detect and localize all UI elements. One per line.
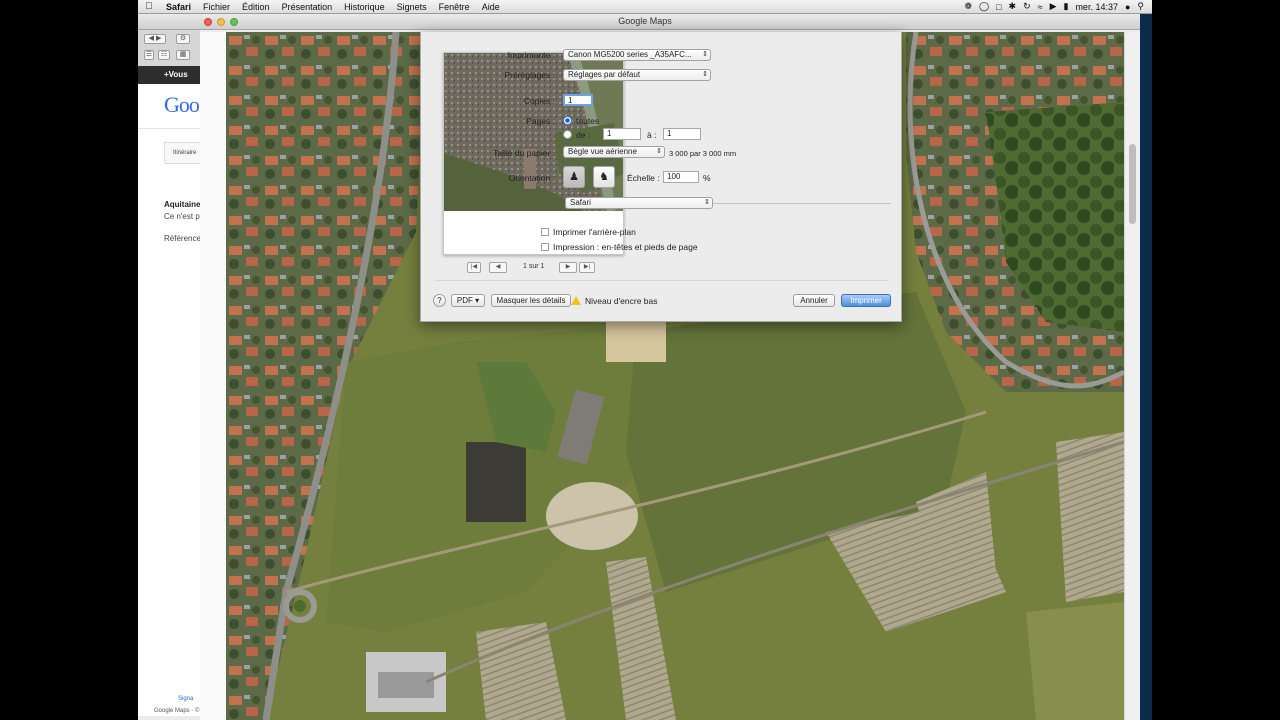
- pages-to-field[interactable]: 1: [663, 128, 701, 140]
- menu-safari[interactable]: Safari: [160, 2, 197, 12]
- scrollbar-thumb[interactable]: [1129, 144, 1136, 224]
- next-page-button[interactable]: ▶: [559, 262, 577, 273]
- pages-label: Pages :: [526, 116, 555, 126]
- ink-level-warning: Niveau d'encre bas: [585, 296, 658, 306]
- paper-size-value: Bègle vue aérienne: [568, 147, 637, 156]
- print-dialog: |◀ ◀ 1 sur 1 ▶ ▶| Imprimante : Canon MG5…: [420, 32, 902, 322]
- chevron-down-icon: ▾: [475, 296, 480, 305]
- chevron-updown-icon: ⇕: [704, 199, 710, 206]
- desktop-edge: [1140, 14, 1152, 720]
- settings-icon[interactable]: ⚙: [176, 34, 190, 44]
- clock[interactable]: mer. 14:37: [1075, 2, 1118, 12]
- maps-footer: Google Maps - ©: [154, 708, 200, 714]
- screen:  Safari Fichier Édition Présentation Hi…: [138, 0, 1152, 720]
- divider: [435, 280, 889, 281]
- page-indicator: 1 sur 1: [523, 263, 545, 270]
- back-forward-button[interactable]: ◀ ▶: [144, 34, 166, 44]
- menu-historique[interactable]: Historique: [338, 2, 391, 12]
- presets-label: Préréglages :: [504, 70, 555, 80]
- battery-status-icon[interactable]: □: [996, 2, 1001, 12]
- menu-fenetre[interactable]: Fenêtre: [433, 2, 476, 12]
- pages-all-label: toutes: [576, 116, 600, 126]
- apple-icon[interactable]: : [138, 1, 160, 12]
- print-background-checkbox[interactable]: [541, 228, 549, 236]
- pages-from-label: de :: [576, 130, 591, 140]
- printer-select[interactable]: Canon MG5200 series _A35AFC... ⇕: [563, 49, 711, 61]
- cancel-button[interactable]: Annuler: [793, 294, 835, 307]
- time-machine-icon[interactable]: ↻: [1023, 1, 1031, 12]
- volume-icon[interactable]: ▶: [1050, 1, 1057, 12]
- print-headers-label: Impression : en-têtes et pieds de page: [553, 242, 698, 252]
- portrait-orientation-icon[interactable]: ♟: [563, 166, 585, 188]
- previous-page-button[interactable]: ◀: [489, 262, 507, 273]
- spotlight-icon[interactable]: ⚲: [1137, 1, 1144, 12]
- last-page-button[interactable]: ▶|: [579, 262, 595, 273]
- reference-link[interactable]: Référence: [164, 234, 200, 243]
- grid-icon[interactable]: ▦: [176, 50, 190, 60]
- divider: [138, 128, 200, 129]
- pages-from-field[interactable]: 1: [603, 128, 641, 140]
- chevron-updown-icon: ⇕: [702, 71, 708, 78]
- menu-aide[interactable]: Aide: [476, 2, 506, 12]
- copies-label: Copies :: [523, 96, 555, 106]
- menu-fichier[interactable]: Fichier: [197, 2, 236, 12]
- paper-size-label: Taille du papier :: [493, 148, 555, 158]
- pdf-label: PDF: [456, 296, 473, 305]
- print-button[interactable]: Imprimer: [841, 294, 891, 307]
- scale-field[interactable]: 100: [663, 171, 699, 183]
- gear-status-icon[interactable]: ❁: [964, 1, 972, 12]
- page-edge: [200, 32, 228, 720]
- app-options-select[interactable]: Safari ⇕: [565, 197, 713, 209]
- battery-icon[interactable]: ▮: [1063, 1, 1068, 12]
- copies-field[interactable]: 1: [563, 94, 593, 106]
- presets-select[interactable]: Réglages par défaut ⇕: [563, 69, 711, 81]
- directions-tab[interactable]: Itinéraire: [164, 142, 200, 164]
- help-button[interactable]: ?: [433, 294, 446, 307]
- menu-edition[interactable]: Édition: [236, 2, 276, 12]
- toolbar: ◀ ▶ ⚙ ☰ ☷ ▦: [138, 30, 200, 66]
- menu-presentation[interactable]: Présentation: [276, 2, 339, 12]
- title-bar: Google Maps: [138, 14, 1152, 30]
- scale-label: Échelle :: [627, 173, 660, 183]
- pages-range-radio[interactable]: [563, 130, 572, 139]
- pages-all-radio[interactable]: [563, 116, 572, 125]
- wifi-icon[interactable]: ≈: [1038, 2, 1043, 12]
- orientation-label: Orientation :: [508, 173, 555, 183]
- result-title[interactable]: Aquitaine: [164, 200, 200, 209]
- pdf-menu-button[interactable]: PDF ▾: [451, 294, 485, 307]
- vertical-scrollbar[interactable]: [1124, 32, 1140, 720]
- user-icon[interactable]: ●: [1125, 2, 1130, 12]
- pages-to-label: à :: [647, 130, 657, 140]
- google-side-panel: +Vous Goo Itinéraire Aquitaine Ce n'est …: [138, 66, 200, 716]
- menu-bar:  Safari Fichier Édition Présentation Hi…: [138, 0, 1152, 14]
- bluetooth-icon[interactable]: ✱: [1009, 1, 1017, 12]
- preview-pager: |◀ ◀ 1 sur 1 ▶ ▶|: [467, 262, 601, 274]
- printer-value: Canon MG5200 series _A35AFC...: [568, 50, 692, 59]
- window-title: Google Maps: [618, 16, 672, 26]
- presets-value: Réglages par défaut: [568, 70, 641, 79]
- hide-details-button[interactable]: Masquer les détails: [491, 294, 571, 307]
- scale-unit: %: [703, 173, 711, 183]
- print-background-label: Imprimer l'arrière-plan: [553, 227, 636, 237]
- menu-signets[interactable]: Signets: [391, 2, 433, 12]
- sidebar-icon[interactable]: ☰: [144, 50, 154, 60]
- chevron-updown-icon: ⇕: [702, 51, 708, 58]
- paper-dimensions: 3 000 par 3 000 mm: [669, 149, 737, 158]
- warning-icon: [571, 296, 581, 305]
- report-link[interactable]: Signa: [178, 696, 193, 702]
- landscape-orientation-icon[interactable]: ♞: [593, 166, 615, 188]
- result-subtitle: Ce n'est p: [164, 212, 200, 221]
- print-headers-checkbox[interactable]: [541, 243, 549, 251]
- shield-status-icon[interactable]: ◯: [979, 1, 989, 12]
- paper-size-select[interactable]: Bègle vue aérienne ⇕: [563, 146, 665, 158]
- google-logo[interactable]: Goo: [164, 92, 200, 118]
- printer-label: Imprimante :: [507, 50, 555, 60]
- status-area: ❁ ◯ □ ✱ ↻ ≈ ▶ ▮ mer. 14:37 ● ⚲: [964, 1, 1152, 12]
- first-page-button[interactable]: |◀: [467, 262, 481, 273]
- bookmarks-icon[interactable]: ☷: [158, 50, 170, 60]
- chevron-updown-icon: ⇕: [656, 148, 662, 155]
- app-options-value: Safari: [570, 198, 591, 207]
- google-bar[interactable]: +Vous: [138, 66, 200, 84]
